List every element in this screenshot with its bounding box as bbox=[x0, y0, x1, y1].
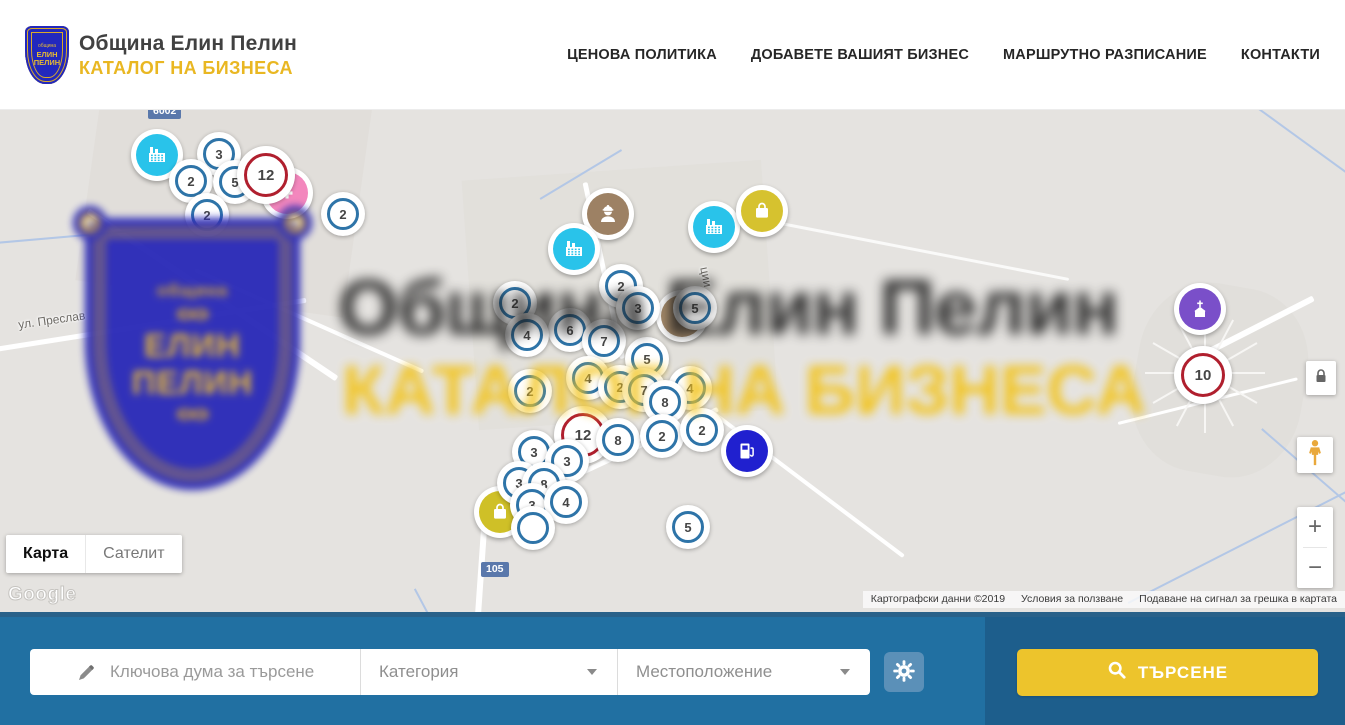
crest-name-line2: ПЕЛИН bbox=[34, 59, 60, 67]
zoom-in-button[interactable]: + bbox=[1297, 507, 1333, 547]
search-icon bbox=[1107, 660, 1127, 685]
map-attribution: Картографски данни ©2019 Условия за полз… bbox=[863, 591, 1345, 608]
gear-icon bbox=[892, 659, 916, 686]
zoom-out-button[interactable]: − bbox=[1297, 548, 1333, 588]
map-pin-shopping-bag[interactable] bbox=[736, 185, 788, 237]
watermark-crest-line1: ЕЛИН bbox=[144, 327, 241, 364]
search-button-label: ТЪРСЕНЕ bbox=[1138, 663, 1228, 683]
map-cluster[interactable]: 2 bbox=[680, 408, 724, 452]
main-nav: ЦЕНОВА ПОЛИТИКА ДОБАВЕТЕ ВАШИЯТ БИЗНЕС М… bbox=[567, 0, 1320, 110]
map-pin-church[interactable] bbox=[1174, 283, 1226, 335]
map-pin-fuel-pump[interactable] bbox=[721, 425, 773, 477]
map-pin-factory[interactable] bbox=[688, 201, 740, 253]
cluster-count: 2 bbox=[646, 420, 678, 452]
nav-route-schedule[interactable]: МАРШРУТНО РАЗПИСАНИЕ bbox=[1003, 47, 1207, 63]
pin-body bbox=[548, 223, 600, 275]
map-cluster[interactable]: 5 bbox=[666, 505, 710, 549]
search-form: Категория Местоположение bbox=[30, 649, 870, 695]
road-number-badge: 105 bbox=[481, 562, 509, 577]
keyword-input[interactable] bbox=[110, 662, 352, 682]
site-logo[interactable]: община ЕЛИН ПЕЛИН Община Елин Пелин КАТА… bbox=[25, 26, 297, 84]
map-cluster[interactable]: 2 bbox=[508, 369, 552, 413]
map-river bbox=[414, 588, 460, 612]
search-button[interactable]: ТЪРСЕНЕ bbox=[1017, 649, 1318, 696]
category-select-label: Категория bbox=[379, 662, 587, 682]
nav-pricing[interactable]: ЦЕНОВА ПОЛИТИКА bbox=[567, 47, 717, 63]
map-cluster[interactable]: 5 bbox=[673, 286, 717, 330]
keyword-field[interactable] bbox=[30, 649, 360, 695]
caret-down-icon bbox=[840, 669, 850, 675]
street-label: ул. Преслав bbox=[17, 308, 86, 331]
pegman-icon bbox=[1306, 439, 1324, 472]
map-cluster[interactable]: 8 bbox=[596, 418, 640, 462]
map-cluster[interactable]: 10 bbox=[1174, 346, 1232, 404]
cluster-count: 2 bbox=[175, 165, 207, 197]
site-subtitle: КАТАЛОГ НА БИЗНЕСА bbox=[79, 58, 297, 79]
shopping-bag-icon bbox=[741, 190, 783, 232]
pin-body bbox=[1174, 283, 1226, 335]
map-cluster[interactable] bbox=[511, 506, 555, 550]
pin-body bbox=[736, 185, 788, 237]
lock-icon bbox=[1314, 368, 1328, 389]
search-bar: Категория Местоположение ТЪРСЕНЕ bbox=[0, 612, 1345, 725]
map-cluster[interactable]: 4 bbox=[505, 313, 549, 357]
cluster-count: 4 bbox=[550, 486, 582, 518]
advanced-search-button[interactable] bbox=[884, 652, 924, 692]
pin-body bbox=[721, 425, 773, 477]
map-type-satellite-button[interactable]: Сателит bbox=[85, 535, 181, 573]
cluster-count: 2 bbox=[514, 375, 546, 407]
cluster-count: 2 bbox=[327, 198, 359, 230]
cluster-count: 7 bbox=[588, 325, 620, 357]
location-select-label: Местоположение bbox=[636, 662, 840, 682]
location-select[interactable]: Местоположение bbox=[617, 649, 870, 695]
factory-icon bbox=[553, 228, 595, 270]
crest-flourish: ∞ bbox=[175, 401, 209, 427]
header: община ЕЛИН ПЕЛИН Община Елин Пелин КАТА… bbox=[0, 0, 1345, 110]
map-road bbox=[745, 215, 1070, 281]
logo-text: Община Елин Пелин КАТАЛОГ НА БИЗНЕСА bbox=[79, 32, 297, 79]
attribution-terms-link[interactable]: Условия за ползване bbox=[1021, 593, 1123, 605]
map-cluster[interactable]: 3 bbox=[616, 286, 660, 330]
cluster-count: 2 bbox=[191, 199, 223, 231]
cluster-count: 10 bbox=[1181, 353, 1225, 397]
caret-down-icon bbox=[587, 669, 597, 675]
cluster-count: 5 bbox=[672, 511, 704, 543]
map-type-control: Карта Сателит bbox=[6, 535, 182, 573]
road-number-badge: 6002 bbox=[148, 110, 181, 119]
map-cluster[interactable]: 2 bbox=[640, 414, 684, 458]
pin-body bbox=[688, 201, 740, 253]
map-river bbox=[1248, 110, 1345, 195]
map-canvas[interactable]: ул. Преславбул. „Новоселции6002105 bbox=[0, 110, 1345, 612]
map-cluster[interactable]: 2 bbox=[185, 193, 229, 237]
cluster-count: 8 bbox=[602, 424, 634, 456]
map-pin-factory[interactable] bbox=[548, 223, 600, 275]
cluster-count: 12 bbox=[244, 153, 288, 197]
site-title: Община Елин Пелин bbox=[79, 32, 297, 56]
category-select[interactable]: Категория bbox=[360, 649, 617, 695]
factory-icon bbox=[693, 206, 735, 248]
cluster-count: 8 bbox=[649, 386, 681, 418]
pencil-icon bbox=[76, 662, 97, 683]
map-lock-button[interactable] bbox=[1306, 361, 1336, 395]
attribution-report-link[interactable]: Подаване на сигнал за грешка в картата bbox=[1139, 593, 1337, 605]
nav-contacts[interactable]: КОНТАКТИ bbox=[1241, 47, 1320, 63]
watermark-crest-line2: ПЕЛИН bbox=[132, 364, 253, 401]
pegman-control[interactable] bbox=[1297, 437, 1333, 473]
cluster-count: 2 bbox=[686, 414, 718, 446]
cluster-count: 5 bbox=[679, 292, 711, 324]
map-type-map-button[interactable]: Карта bbox=[6, 535, 85, 573]
cluster-count: 3 bbox=[622, 292, 654, 324]
crest-top-text: община bbox=[38, 43, 56, 49]
attribution-copyright: Картографски данни ©2019 bbox=[871, 593, 1005, 605]
cluster-count: 4 bbox=[511, 319, 543, 351]
municipality-crest-icon: община ЕЛИН ПЕЛИН bbox=[25, 26, 69, 84]
google-logo[interactable]: Google bbox=[8, 584, 76, 606]
zoom-control: + − bbox=[1297, 507, 1333, 588]
fuel-pump-icon bbox=[726, 430, 768, 472]
map-cluster[interactable]: 12 bbox=[237, 146, 295, 204]
church-icon bbox=[1179, 288, 1221, 330]
map-cluster[interactable]: 2 bbox=[321, 192, 365, 236]
nav-add-business[interactable]: ДОБАВЕТЕ ВАШИЯТ БИЗНЕС bbox=[751, 47, 969, 63]
cluster-count bbox=[517, 512, 549, 544]
